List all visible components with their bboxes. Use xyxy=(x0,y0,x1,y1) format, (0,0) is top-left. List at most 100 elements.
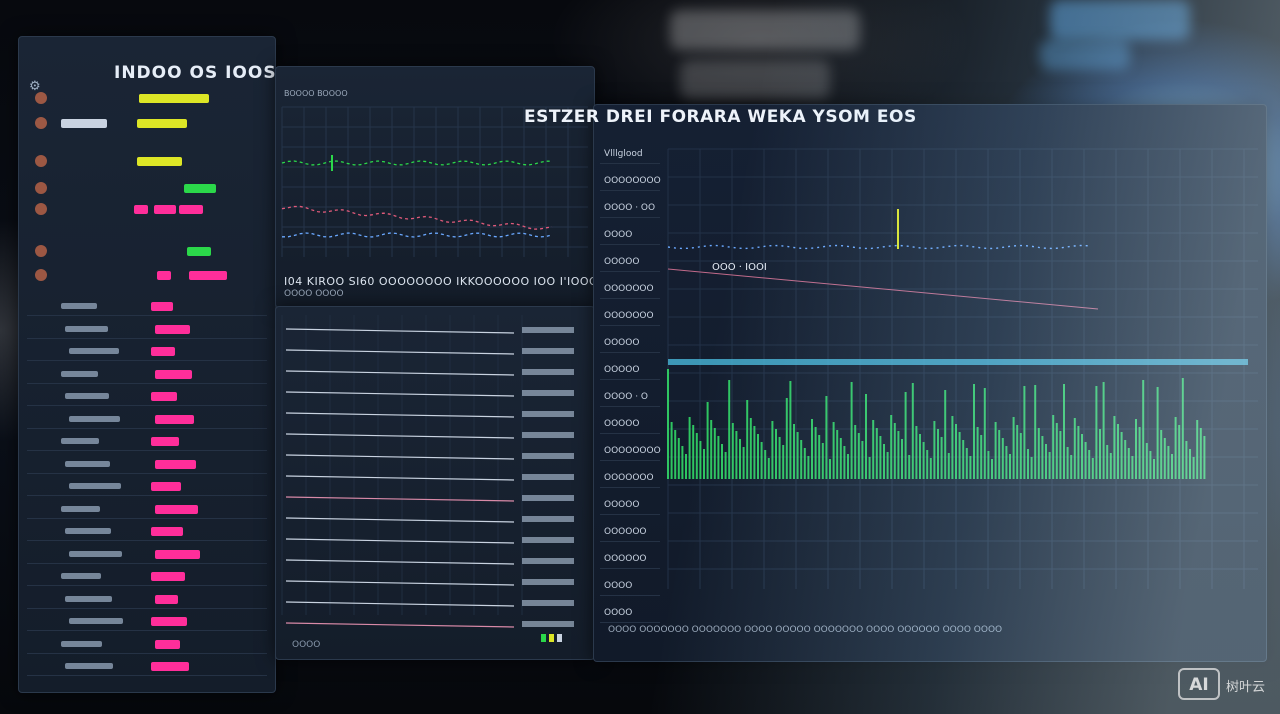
watermark: AI 树叶云 xyxy=(1178,668,1278,702)
side-divider xyxy=(600,568,660,569)
side-divider xyxy=(600,298,660,299)
side-label: OOOOOOOO xyxy=(604,446,661,456)
row-text-bar xyxy=(69,618,123,624)
status-pill xyxy=(151,347,175,356)
status-pill xyxy=(184,184,216,193)
row-divider xyxy=(27,450,267,451)
side-divider xyxy=(600,217,660,218)
status-pill xyxy=(151,527,183,536)
status-pill xyxy=(151,617,187,626)
status-pill xyxy=(155,594,178,604)
row-text-bar xyxy=(69,550,122,557)
side-label: OOOOOOO xyxy=(604,284,654,294)
side-label: OOOO · OO xyxy=(604,203,656,213)
status-pill xyxy=(155,504,198,514)
side-label: OOOO xyxy=(604,581,633,591)
right-panel: ESTZER DREI FORARA WEKA YSOM EOS Vlllglo… xyxy=(524,104,1267,662)
row-divider xyxy=(27,427,267,429)
side-label: OOOOOOOO xyxy=(604,176,661,186)
list-line xyxy=(285,370,515,376)
side-divider xyxy=(600,487,660,488)
row-divider xyxy=(27,472,267,474)
status-pill xyxy=(151,302,173,311)
row-text-bar xyxy=(65,393,109,399)
status-pill xyxy=(155,414,194,424)
status-pill xyxy=(151,392,177,401)
status-pill xyxy=(151,662,189,671)
side-label: OOOOO xyxy=(604,500,640,510)
status-indicator-yellow xyxy=(549,634,554,642)
band-bar xyxy=(668,359,1248,365)
status-pill xyxy=(151,437,179,446)
row-text-bar xyxy=(65,460,110,467)
side-label: OOOOOOO xyxy=(604,473,654,483)
bokeh-light xyxy=(1040,40,1130,70)
side-divider xyxy=(600,271,660,272)
status-pill xyxy=(155,324,190,334)
side-label: Vlllglood xyxy=(604,149,643,159)
list-line xyxy=(285,454,515,460)
row-text-bar xyxy=(61,573,101,579)
row-divider xyxy=(27,585,267,586)
center-bottom-panel: OOOO xyxy=(275,306,595,660)
side-label: OOOO · O xyxy=(604,392,649,402)
side-label: OOOO xyxy=(604,230,633,240)
status-pill xyxy=(155,369,192,379)
side-label: OOOOOO xyxy=(604,554,647,564)
side-label: OOOOOOO xyxy=(604,311,654,321)
status-pill xyxy=(179,205,203,214)
status-pill xyxy=(155,459,196,469)
side-divider xyxy=(600,325,660,326)
line-list-plot xyxy=(281,315,574,628)
row-divider xyxy=(27,517,267,519)
right-footer-text: OOOO OOOOOOO OOOOOOO OOOO OOOOO OOOOOOO … xyxy=(608,625,1003,635)
side-divider xyxy=(600,163,660,164)
row-divider xyxy=(27,607,267,609)
row-text-bar xyxy=(61,438,99,444)
list-value xyxy=(522,474,574,480)
side-label: OOOOO xyxy=(604,365,640,375)
side-divider xyxy=(600,541,660,542)
list-value xyxy=(522,453,574,459)
right-panel-title: ESTZER DREI FORARA WEKA YSOM EOS xyxy=(524,107,917,127)
list-line xyxy=(285,601,515,607)
side-divider xyxy=(600,514,660,515)
side-label: OOOOO xyxy=(604,338,640,348)
side-divider xyxy=(600,622,660,623)
row-divider xyxy=(27,652,267,654)
status-pill xyxy=(155,639,180,649)
side-divider xyxy=(600,406,660,407)
trace-dotted xyxy=(667,244,1089,250)
side-divider xyxy=(600,379,660,380)
status-pill xyxy=(139,94,164,103)
bokeh-light xyxy=(1050,0,1190,40)
list-value xyxy=(522,579,574,585)
list-line xyxy=(285,559,515,565)
status-pill xyxy=(155,549,200,559)
list-line xyxy=(285,412,515,418)
row-icon xyxy=(35,117,47,129)
stats-text: I04 KIROO SI60 OOOOOOOO IKKOOOOOO IOO I'… xyxy=(284,275,608,288)
list-line xyxy=(285,475,515,481)
status-pill xyxy=(189,271,227,280)
list-value xyxy=(522,600,574,606)
list-value xyxy=(522,327,574,333)
row-divider xyxy=(27,360,267,361)
row-divider xyxy=(27,540,267,541)
row-divider xyxy=(27,405,267,406)
list-value xyxy=(522,537,574,543)
list-value xyxy=(522,348,574,354)
left-panel: INDOO OS IOOS ⚙ xyxy=(18,36,276,693)
row-icon xyxy=(35,155,47,167)
row-icon xyxy=(35,245,47,257)
row-divider xyxy=(27,562,267,564)
stats-subtext: OOOO OOOO xyxy=(284,289,344,299)
side-divider xyxy=(600,433,660,434)
side-label: OOOOOO xyxy=(604,527,647,537)
row-text-bar xyxy=(61,505,100,512)
row-text-bar xyxy=(69,483,121,489)
side-label: OOOOO xyxy=(604,419,640,429)
side-divider xyxy=(600,595,660,596)
list-value xyxy=(522,516,574,522)
side-divider xyxy=(600,190,660,191)
